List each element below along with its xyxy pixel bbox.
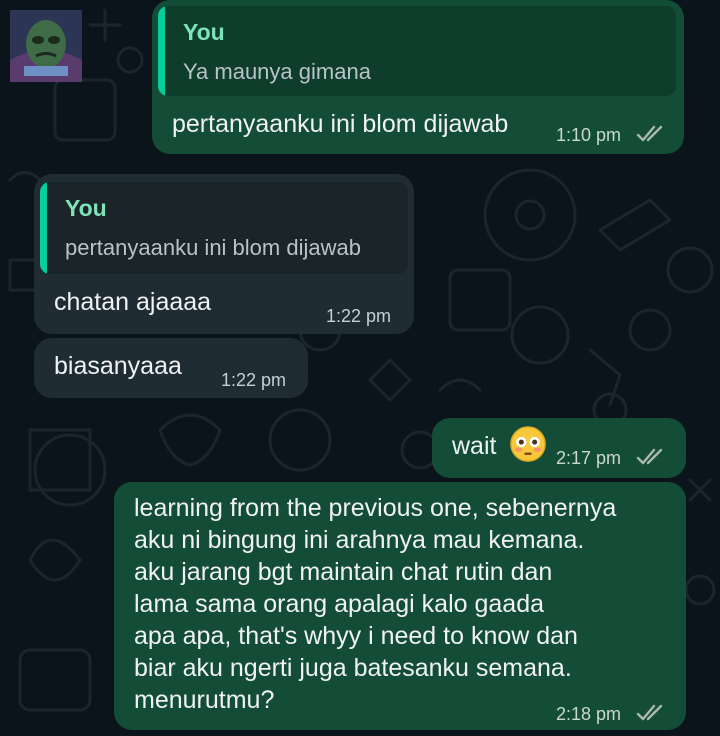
message-text: biasanyaaa (54, 352, 182, 380)
message-bubble-outgoing[interactable]: learning from the previous one, sebenern… (114, 482, 686, 730)
message-bubble-outgoing[interactable]: You Ya maunya gimana pertanyaanku ini bl… (152, 0, 684, 154)
message-text: pertanyaanku ini blom dijawab (172, 110, 509, 138)
quote-accent-bar (40, 182, 47, 274)
message-line: learning from the previous one, sebenern… (134, 494, 617, 522)
double-check-icon (636, 448, 663, 465)
message-text: learning from the previous one, sebenern… (134, 492, 616, 716)
quote-text: pertanyaanku ini blom dijawab (65, 235, 361, 260)
quote-sender: You (65, 195, 107, 221)
message-line: aku ni bingung ini arahnya mau kemana. (134, 526, 585, 554)
message-line: menurutmu? (134, 686, 275, 714)
quoted-message[interactable]: You pertanyaanku ini blom dijawab (40, 182, 408, 274)
double-check-icon (636, 125, 663, 142)
avatar-image (10, 10, 82, 82)
quote-accent-bar (158, 6, 165, 96)
flushed-face-icon (510, 426, 547, 463)
message-text: chatan ajaaaa (54, 288, 212, 316)
message-time: 2:18 pm (556, 704, 622, 724)
message-bubble-outgoing[interactable]: wait 2:17 pm (432, 418, 686, 478)
message-word: wait (452, 432, 497, 460)
message-time: 1:22 pm (326, 306, 392, 326)
message-line: aku jarang bgt maintain chat rutin dan (134, 558, 553, 586)
message-text: wait (452, 426, 547, 463)
avatar[interactable] (10, 10, 82, 82)
message-line: lama sama orang apalagi kalo gaada (134, 590, 544, 618)
quote-sender: You (183, 19, 225, 45)
double-check-icon (636, 704, 663, 721)
message-time: 2:17 pm (556, 448, 622, 468)
quoted-message[interactable]: You Ya maunya gimana (158, 6, 676, 96)
message-line: apa apa, that's whyy i need to know dan (134, 622, 578, 650)
message-bubble-incoming[interactable]: biasanyaaa 1:22 pm (34, 338, 308, 398)
message-time: 1:22 pm (221, 370, 287, 390)
quote-text: Ya maunya gimana (183, 59, 371, 84)
message-bubble-incoming[interactable]: You pertanyaanku ini blom dijawab chatan… (34, 174, 414, 334)
message-time: 1:10 pm (556, 125, 622, 145)
message-line: biar aku ngerti juga batesanku semana. (134, 654, 572, 682)
